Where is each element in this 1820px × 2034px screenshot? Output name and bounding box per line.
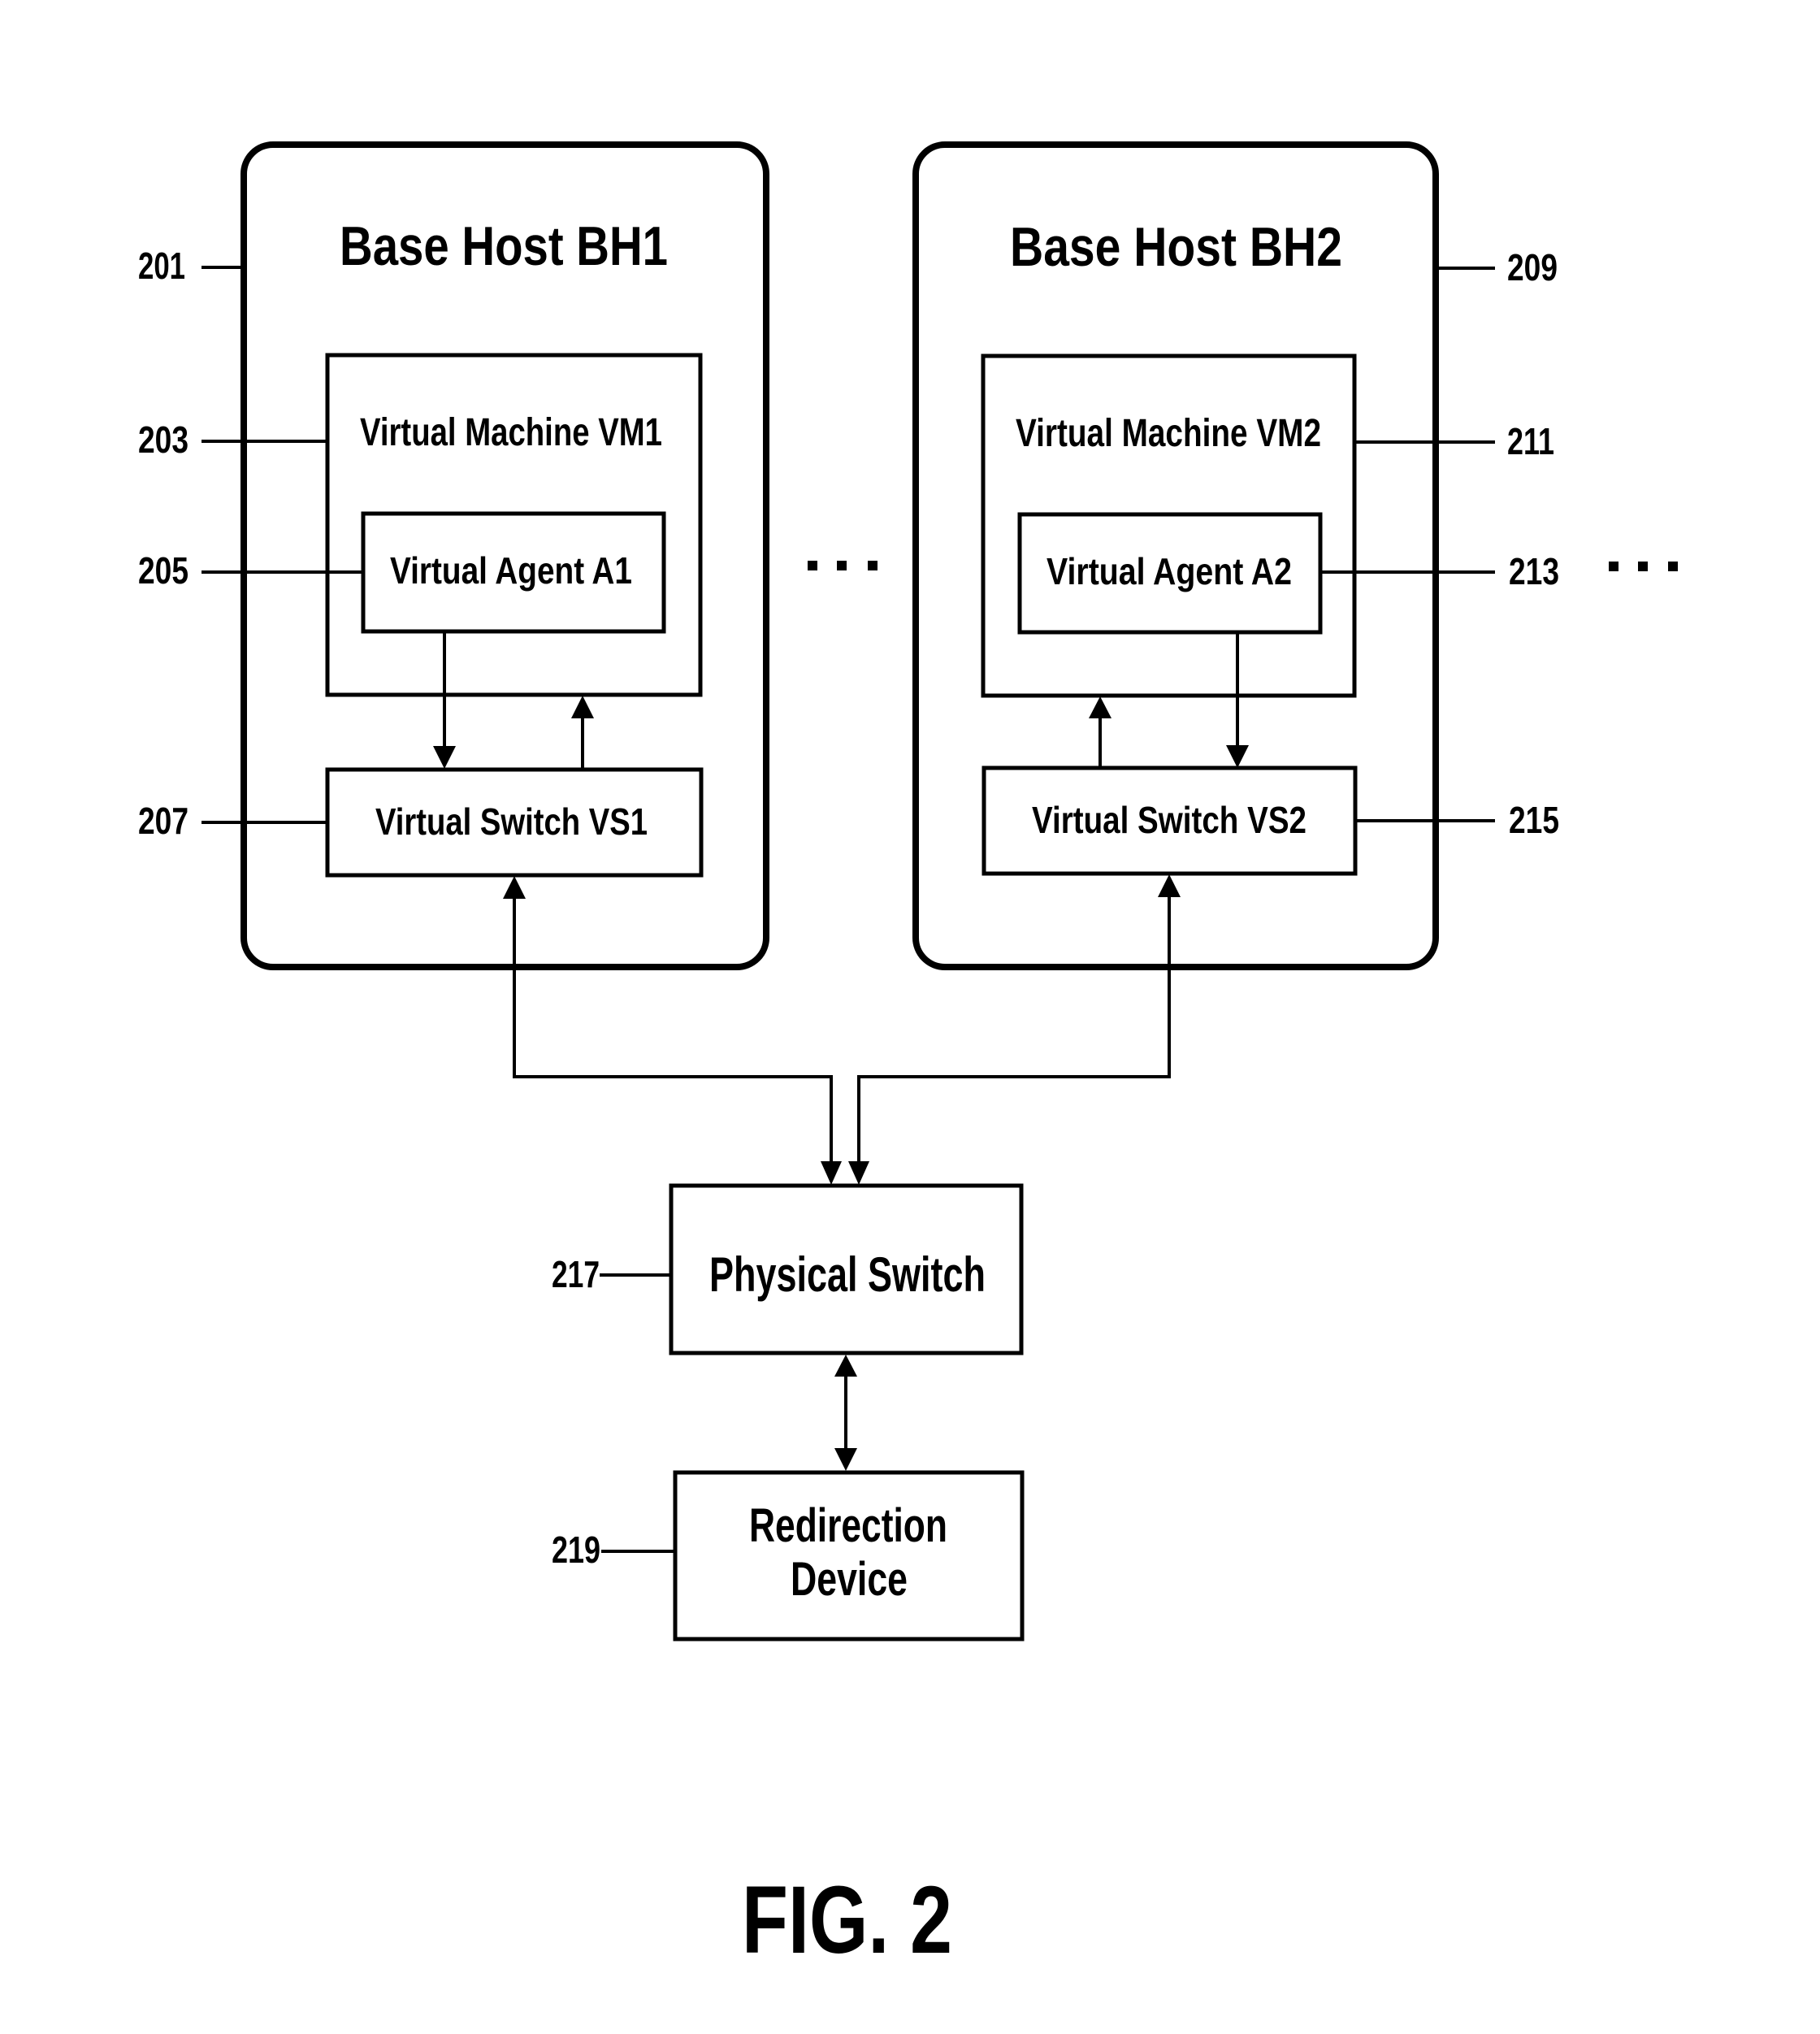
arrowhead-down-icon [1226,745,1249,768]
reference-numeral: 207 [138,800,188,842]
reference-215: 215 [1355,799,1559,841]
virtual-machine-vm1-box [325,353,703,697]
reference-numeral: 201 [138,245,185,287]
reference-203: 203 [138,419,327,461]
base-host-bh2: Base Host BH2 Virtual Machine VM2 Virtua… [912,141,1439,970]
connector-line [857,897,1171,1162]
reference-211: 211 [1354,420,1554,462]
ellipsis-dot [868,561,878,570]
vs1-physical-switch-link [503,876,842,1185]
reference-numeral: 205 [138,549,188,592]
ellipsis-dot [1609,562,1618,571]
virtual-agent-a2-label: Virtual Agent A2 [1046,550,1292,592]
virtual-switch-vs2-label: Virtual Switch VS2 [1032,799,1306,841]
figure-caption: FIG. 2 [742,1867,952,1974]
redirection-device-label-line2: Device [791,1553,908,1606]
virtual-machine-vm2-box [981,353,1357,698]
redirection-device-label-line1: Redirection [749,1499,947,1552]
reference-207: 207 [138,800,327,842]
reference-numeral: 217 [552,1253,600,1295]
ellipsis-dot [1638,562,1648,571]
redirection-device: Redirection Device [673,1470,1025,1642]
arrowhead-down-icon [433,746,456,769]
reference-numeral: 219 [552,1529,600,1571]
ellipsis-after-hosts [1609,562,1678,571]
ellipsis-between-hosts [808,561,878,570]
arrowhead-up-icon [1158,874,1181,897]
arrowhead-up-icon [571,696,594,718]
ellipsis-dot [1668,562,1678,571]
virtual-agent-a1-label: Virtual Agent A1 [390,549,632,592]
reference-219: 219 [552,1529,675,1571]
arrowhead-down-icon [834,1448,857,1471]
virtual-switch-vs1-label: Virtual Switch VS1 [375,800,648,843]
arrowhead-down-icon [848,1161,869,1185]
ellipsis-dot [837,561,847,570]
arrowhead-up-icon [503,876,526,899]
reference-209: 209 [1436,246,1558,288]
physical-switch-redirection-link [834,1355,857,1471]
reference-numeral: 209 [1507,246,1558,288]
reference-numeral: 215 [1509,799,1559,841]
reference-numeral: 203 [138,419,188,461]
physical-switch-label: Physical Switch [709,1247,986,1302]
reference-217: 217 [552,1253,671,1295]
arrowhead-up-icon [1089,696,1112,718]
patent-figure-diagram: Base Host BH1 Virtual Machine VM1 Virtua… [138,141,1678,1974]
connector-line [513,899,833,1162]
reference-201: 201 [138,245,244,287]
ellipsis-dot [808,561,817,570]
reference-numeral: 211 [1507,420,1554,462]
arrowhead-down-icon [821,1161,842,1185]
vs2-physical-switch-link [848,874,1181,1185]
reference-numeral: 213 [1509,550,1559,592]
arrowhead-up-icon [834,1355,857,1377]
base-host-bh2-title: Base Host BH2 [1010,216,1342,278]
virtual-machine-vm2-label: Virtual Machine VM2 [1016,412,1321,455]
base-host-bh1: Base Host BH1 Virtual Machine VM1 Virtua… [240,141,769,970]
base-host-bh1-title: Base Host BH1 [340,215,668,277]
physical-switch: Physical Switch [669,1183,1024,1355]
virtual-machine-vm1-label: Virtual Machine VM1 [360,411,662,454]
